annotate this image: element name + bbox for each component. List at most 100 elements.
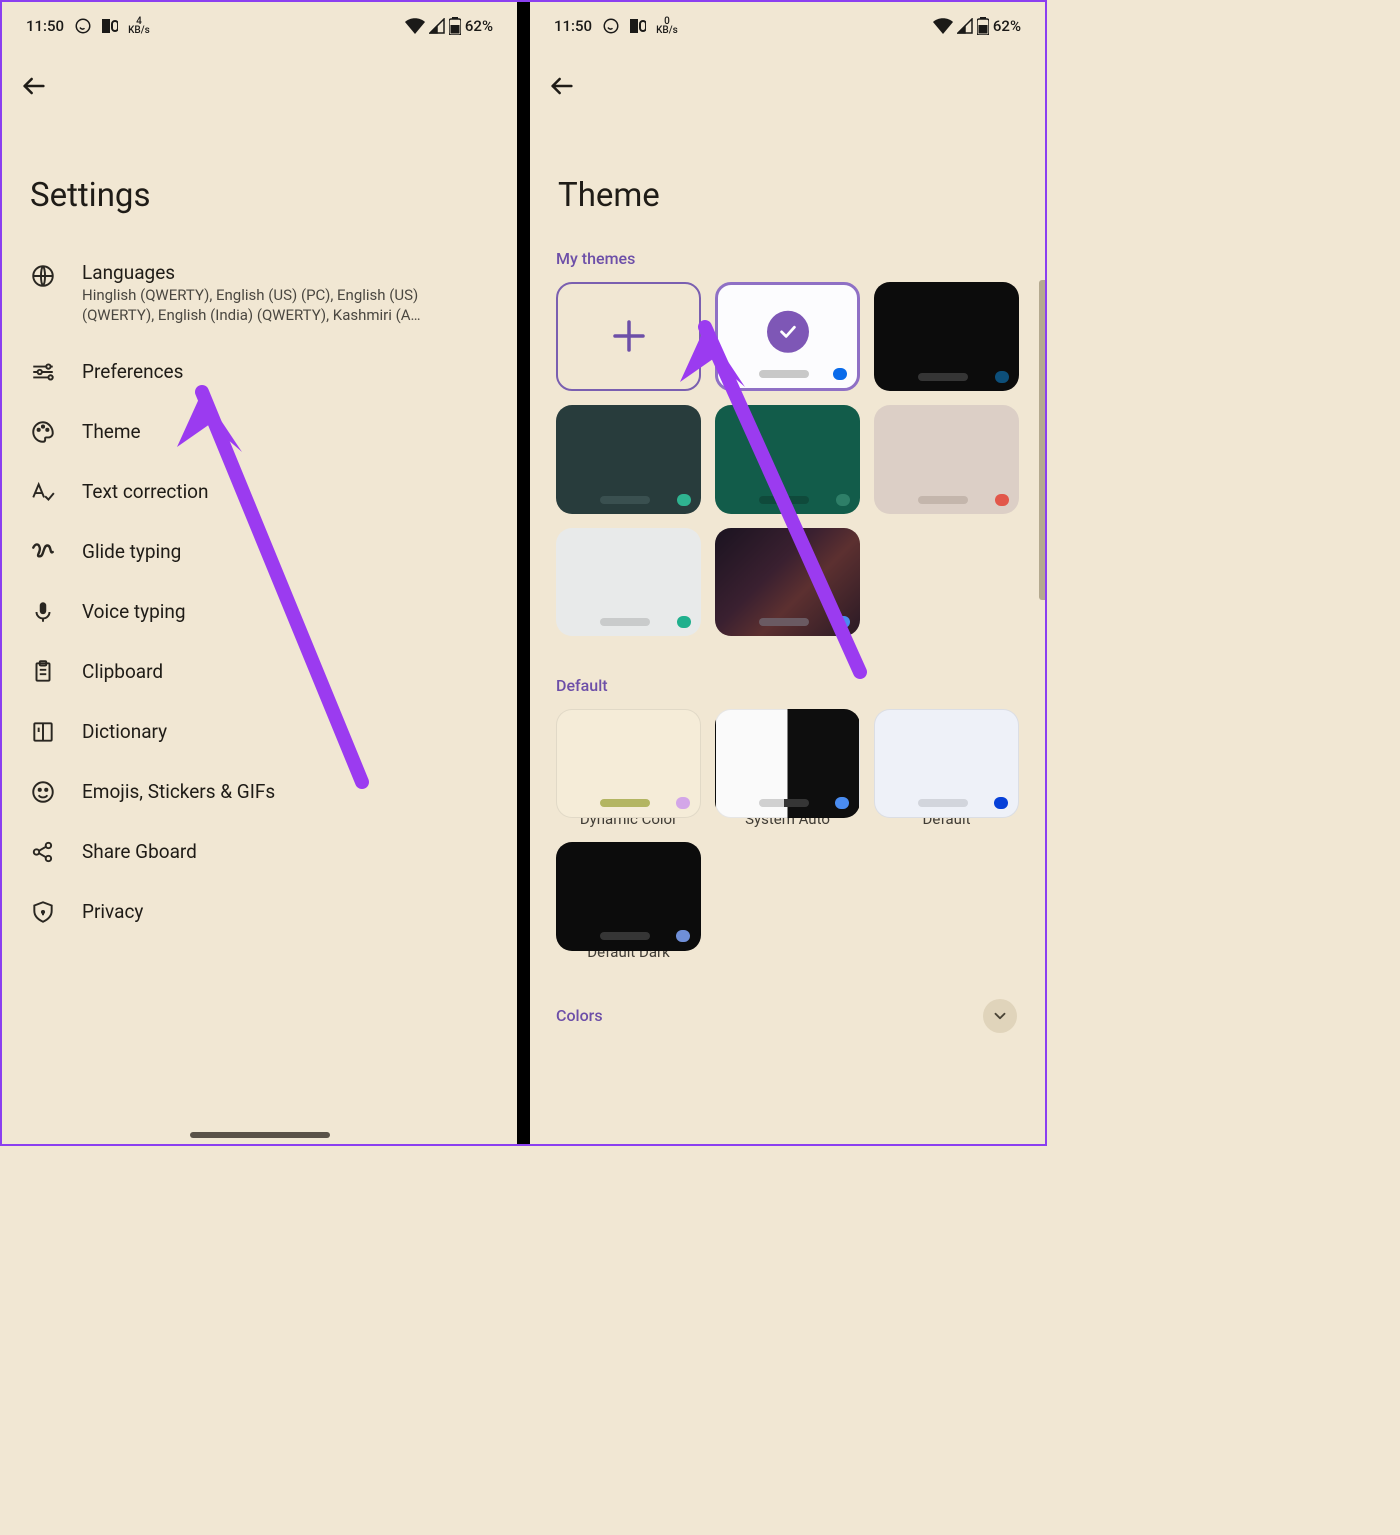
clipboard-icon [30, 659, 56, 685]
page-title: Settings [2, 104, 517, 245]
status-bar: 11:50 4 KB/s 62% [2, 2, 517, 42]
back-arrow-icon[interactable] [548, 72, 576, 100]
screenshot-divider [517, 2, 530, 1144]
nav-handle [190, 1132, 330, 1138]
setting-voice-typing[interactable]: Voice typing [2, 581, 517, 641]
battery-icon [449, 17, 461, 35]
theme-default-dark[interactable] [556, 842, 701, 951]
tile-spacebar [600, 496, 650, 504]
text-check-icon [30, 479, 56, 505]
chevron-down-icon [991, 1007, 1009, 1025]
tile-accent-dot [836, 494, 850, 506]
tile-spacebar [759, 618, 809, 626]
setting-theme[interactable]: Theme [2, 401, 517, 461]
whatsapp-icon [74, 17, 92, 35]
setting-label: Dictionary [82, 720, 489, 743]
selected-badge [767, 311, 809, 353]
status-bar: 11:50 0 KB/s 62% [530, 2, 1045, 42]
battery-percent: 62% [465, 17, 493, 35]
theme-tile-image[interactable] [715, 528, 860, 637]
setting-label: Preferences [82, 360, 489, 383]
tile-accent-dot [994, 797, 1008, 809]
check-icon [777, 321, 799, 343]
theme-tile-white[interactable] [715, 282, 860, 391]
setting-languages[interactable]: Languages Hinglish (QWERTY), English (US… [2, 245, 517, 341]
expand-colors-button[interactable] [983, 999, 1017, 1033]
tile-accent-dot [835, 797, 849, 809]
theme-dynamic-color[interactable] [556, 709, 701, 818]
gesture-icon [30, 539, 56, 565]
setting-label: Glide typing [82, 540, 489, 563]
status-time: 11:50 [554, 17, 592, 35]
setting-label: Voice typing [82, 600, 489, 623]
wifi-icon [933, 18, 953, 34]
theme-tile-slate[interactable] [556, 405, 701, 514]
tile-accent-dot [676, 797, 690, 809]
tile-spacebar [600, 932, 650, 940]
data-rate-unit: KB/s [656, 26, 678, 35]
setting-label: Theme [82, 420, 489, 443]
default-themes-grid: Dynamic Color System Auto Default Defaul… [530, 709, 1045, 975]
tile-spacebar [759, 370, 809, 378]
share-icon [30, 839, 56, 865]
setting-text-correction[interactable]: Text correction [2, 461, 517, 521]
battery-percent: 62% [993, 17, 1021, 35]
setting-label: Share Gboard [82, 840, 489, 863]
settings-screen: 11:50 4 KB/s 62% Settings Languages Hing… [2, 2, 517, 1144]
add-theme-tile[interactable] [556, 282, 701, 391]
section-default: Default [530, 672, 1045, 709]
scrollbar-indicator [1039, 280, 1045, 600]
wifi-icon [405, 18, 425, 34]
tile-spacebar [600, 799, 650, 807]
signal-icon [429, 18, 445, 34]
section-my-themes: My themes [530, 245, 1045, 282]
microphone-icon [30, 599, 56, 625]
tile-spacebar [918, 373, 968, 381]
setting-sub: Hinglish (QWERTY), English (US) (PC), En… [82, 286, 489, 325]
theme-default[interactable] [874, 709, 1019, 818]
setting-privacy[interactable]: Privacy [2, 881, 517, 941]
tile-spacebar [759, 496, 809, 504]
tile-accent-dot [995, 371, 1009, 383]
palette-icon [30, 419, 56, 445]
setting-share-gboard[interactable]: Share Gboard [2, 821, 517, 881]
card-icon [630, 19, 646, 33]
card-icon [102, 19, 118, 33]
setting-dictionary[interactable]: Dictionary [2, 701, 517, 761]
tile-accent-dot [995, 494, 1009, 506]
tile-accent-dot [676, 930, 690, 942]
globe-icon [30, 263, 56, 289]
shield-icon [30, 899, 56, 925]
theme-screen: 11:50 0 KB/s 62% Theme My themes [530, 2, 1045, 1144]
whatsapp-icon [602, 17, 620, 35]
setting-clipboard[interactable]: Clipboard [2, 641, 517, 701]
tile-spacebar [918, 799, 968, 807]
data-rate-unit: KB/s [128, 26, 150, 35]
theme-tile-beige[interactable] [874, 405, 1019, 514]
signal-icon [957, 18, 973, 34]
tile-accent-dot [677, 616, 691, 628]
setting-label: Emojis, Stickers & GIFs [82, 780, 489, 803]
tile-spacebar [918, 496, 968, 504]
theme-tile-teal[interactable] [715, 405, 860, 514]
tile-spacebar [759, 799, 809, 807]
theme-tile-black[interactable] [874, 282, 1019, 391]
tile-accent-dot [833, 368, 847, 380]
battery-icon [977, 17, 989, 35]
page-title: Theme [530, 104, 1045, 245]
book-icon [30, 719, 56, 745]
back-arrow-icon[interactable] [20, 72, 48, 100]
setting-emojis[interactable]: Emojis, Stickers & GIFs [2, 761, 517, 821]
setting-label: Clipboard [82, 660, 489, 683]
plus-icon [608, 315, 650, 357]
theme-tile-light[interactable] [556, 528, 701, 637]
sliders-icon [30, 359, 56, 385]
my-themes-grid [530, 282, 1045, 672]
tile-accent-dot [677, 494, 691, 506]
tile-spacebar [600, 618, 650, 626]
theme-system-auto[interactable] [715, 709, 860, 818]
setting-label: Privacy [82, 900, 489, 923]
setting-preferences[interactable]: Preferences [2, 341, 517, 401]
setting-glide-typing[interactable]: Glide typing [2, 521, 517, 581]
status-time: 11:50 [26, 17, 64, 35]
